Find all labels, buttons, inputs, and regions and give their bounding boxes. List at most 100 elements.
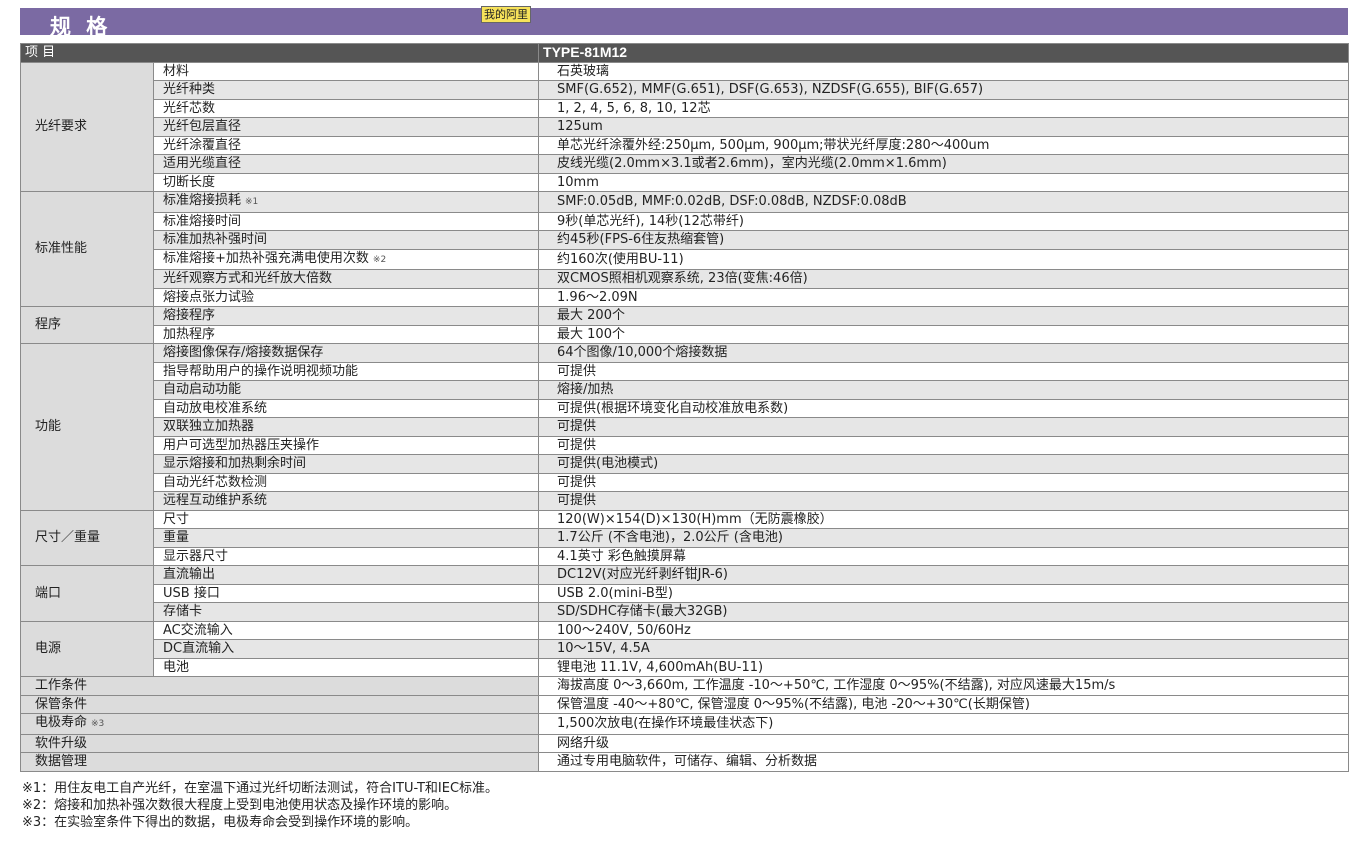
value-cell: 双CMOS照相机观察系统, 23倍(变焦:46倍)	[538, 269, 1350, 289]
table-row: 光纤包层直径 125um	[21, 117, 1350, 137]
footnotes: ※1：用住友电工自产光纤，在室温下通过光纤切断法测试，符合ITU-T和IEC标准…	[22, 780, 498, 831]
value-cell: SMF(G.652), MMF(G.651), DSF(G.653), NZDS…	[538, 80, 1350, 100]
item-label: 数据管理	[35, 754, 88, 769]
item-cell: 熔接点张力试验	[152, 287, 540, 307]
table-row: 光纤观察方式和光纤放大倍数 双CMOS照相机观察系统, 23倍(变焦:46倍)	[21, 269, 1350, 289]
item-label: 自动启动功能	[163, 382, 242, 397]
table-row: 加热程序 最大 100个	[21, 324, 1350, 344]
table-row: 标准性能 标准熔接损耗 ※1 SMF:0.05dB, MMF:0.02dB, DSF:…	[20, 191, 1350, 307]
value-cell: 1.7公斤 (不含电池)，2.0公斤 (含电池)	[538, 528, 1350, 548]
table-header-row: 项 目 TYPE-81M12	[19, 43, 1350, 63]
item-label: 标准熔接损耗	[163, 193, 242, 208]
item-label: DC直流输入	[163, 641, 235, 656]
item-label: 加热程序	[163, 326, 216, 342]
item-cell: 标准熔接+加热补强充满电使用次数 ※2	[152, 248, 540, 270]
footnote-marker: ※3	[91, 719, 105, 729]
value-cell: 网络升级	[538, 733, 1350, 753]
value-cell: 4.1英寸 彩色触摸屏幕	[538, 546, 1350, 566]
spec-table: 项 目 TYPE-81M12 光纤要求 材料 石英玻璃 光纤种类 SMF(G.652),…	[19, 43, 1350, 772]
item-cell: 自动放电校准系统	[152, 398, 540, 418]
value-cell: SMF:0.05dB, MMF:0.02dB, DSF:0.08dB, NZDS…	[538, 191, 1350, 213]
table-row: 电池 锂电池 11.1V, 4,600mAh(BU-11)	[21, 657, 1350, 677]
item-label: 光纤涂覆直径	[163, 137, 242, 153]
item-label: 标准熔接+加热补强充满电使用次数	[163, 250, 369, 266]
item-cell: 光纤观察方式和光纤放大倍数	[152, 269, 540, 289]
value-cell: 海拔高度 0～3,660m, 工作温度 -10～+50℃, 工作湿度 0～95%…	[538, 676, 1350, 696]
table-row: 用户可选型加热器压夹操作 可提供	[21, 435, 1350, 455]
item-cell: 双联独立加热器	[152, 417, 540, 437]
item-label: 自动放电校准系统	[163, 400, 268, 416]
value-cell: SD/SDHC存储卡(最大32GB)	[538, 602, 1350, 622]
category-cell: 端口	[20, 565, 154, 622]
category-cell: 电极寿命 ※3	[19, 713, 540, 735]
table-row: 数据管理 通过专用电脑软件，可储存、编辑、分析数据	[19, 752, 1350, 772]
item-label: 电极寿命	[35, 715, 88, 730]
item-cell: 熔接程序	[152, 306, 540, 326]
value-cell: 最大 200个	[538, 306, 1350, 326]
item-cell: 电池	[152, 657, 540, 677]
category-cell: 电源	[20, 620, 154, 677]
table-row: 电源 AC交流输入 100～240V, 50/60Hz	[20, 620, 1350, 677]
value-cell: 可提供(根据环境变化自动校准放电系数)	[538, 398, 1350, 418]
item-cell: 加热程序	[152, 324, 540, 344]
page-title: 规 格	[50, 15, 112, 39]
table-row: 自动光纤芯数检测 可提供	[21, 472, 1350, 492]
item-cell: 存储卡	[152, 602, 540, 622]
value-cell: 可提供	[538, 435, 1350, 455]
category-cell: 功能	[20, 343, 154, 511]
table-row: 光纤芯数 1, 2, 4, 5, 6, 8, 10, 12芯	[21, 98, 1350, 118]
table-row: 尺寸／重量 尺寸 120(W)×154(D)×130(H)mm（无防震橡胶）	[20, 509, 1350, 566]
footnote-line: ※2：熔接和加热补强次数很大程度上受到电池使用状态及操作环境的影响。	[22, 798, 458, 813]
item-label: 显示器尺寸	[163, 548, 229, 564]
category-cell: 程序	[20, 306, 154, 344]
item-cell: 适用光缆直径	[152, 154, 540, 174]
value-cell: 可提供(电池模式)	[538, 454, 1350, 474]
category-cell: 保管条件	[19, 694, 540, 714]
value-cell: 100～240V, 50/60Hz	[538, 620, 1350, 640]
value-cell: DC12V(对应光纤剥纤钳JR-6)	[538, 565, 1350, 585]
value-cell: 可提供	[538, 361, 1350, 381]
spec-table-body: 项 目 TYPE-81M12 光纤要求 材料 石英玻璃 光纤种类 SMF(G.652),…	[19, 43, 1350, 772]
item-cell: 材料	[152, 61, 540, 81]
table-row: 切断长度 10mm	[21, 172, 1350, 192]
table-row: 显示器尺寸 4.1英寸 彩色触摸屏幕	[21, 546, 1350, 566]
item-cell: 自动启动功能	[152, 380, 540, 400]
item-cell: 光纤涂覆直径	[152, 135, 540, 155]
item-label: 重量	[163, 530, 190, 545]
table-row: DC直流输入 10～15V, 4.5A	[21, 639, 1350, 659]
table-row: 熔接点张力试验 1.96～2.09N	[21, 287, 1350, 307]
item-cell: AC交流输入	[152, 620, 540, 640]
category-cell: 光纤要求	[20, 61, 154, 192]
value-cell: 10～15V, 4.5A	[538, 639, 1350, 659]
item-label: 熔接程序	[163, 308, 216, 323]
item-cell: 用户可选型加热器压夹操作	[152, 435, 540, 455]
item-cell: 自动光纤芯数检测	[152, 472, 540, 492]
category-cell: 数据管理	[19, 752, 540, 772]
table-row: 自动启动功能 熔接/加热	[21, 380, 1350, 400]
item-cell: 远程互动维护系统	[152, 491, 540, 511]
value-cell: 熔接/加热	[538, 380, 1350, 400]
item-cell: 熔接图像保存/熔接数据保存	[152, 343, 540, 363]
footnote-marker: ※2	[372, 254, 387, 265]
item-label: 标准熔接时间	[163, 213, 242, 229]
item-label: 直流输出	[163, 567, 216, 582]
value-cell: 1.96～2.09N	[538, 287, 1350, 307]
item-label: 自动光纤芯数检测	[163, 474, 268, 490]
table-row: 工作条件 海拔高度 0～3,660m, 工作温度 -10～+50℃, 工作湿度 0…	[19, 676, 1350, 696]
item-label: 熔接点张力试验	[163, 289, 255, 305]
table-row: 标准熔接+加热补强充满电使用次数 ※2 约160次(使用BU-11)	[21, 248, 1350, 270]
table-row: 端口 直流输出 DC12V(对应光纤剥纤钳JR-6)	[20, 565, 1350, 622]
value-cell: 120(W)×154(D)×130(H)mm（无防震橡胶）	[538, 509, 1350, 529]
table-row: USB 接口 USB 2.0(mini-B型)	[21, 583, 1350, 603]
title-bar: 规 格	[20, 8, 1348, 39]
table-row: 标准熔接时间 9秒(单芯光纤), 14秒(12芯带纤)	[21, 211, 1350, 231]
table-row: 程序 熔接程序 最大 200个	[20, 306, 1350, 344]
value-cell: 单芯光纤涂覆外经:250μm, 500μm, 900μm;带状光纤厚度:280～…	[538, 135, 1350, 155]
value-cell: 约160次(使用BU-11)	[538, 248, 1350, 270]
item-cell: 尺寸	[152, 509, 540, 529]
footnote-line: ※1：用住友电工自产光纤，在室温下通过光纤切断法测试，符合ITU-T和IEC标准…	[22, 781, 499, 796]
item-label: 存储卡	[163, 604, 203, 619]
table-row: 光纤涂覆直径 单芯光纤涂覆外经:250μm, 500μm, 900μm;带状光纤厚…	[21, 135, 1350, 155]
header-model: TYPE-81M12	[538, 43, 1350, 63]
table-row: 指导帮助用户的操作说明视频功能 可提供	[21, 361, 1350, 381]
